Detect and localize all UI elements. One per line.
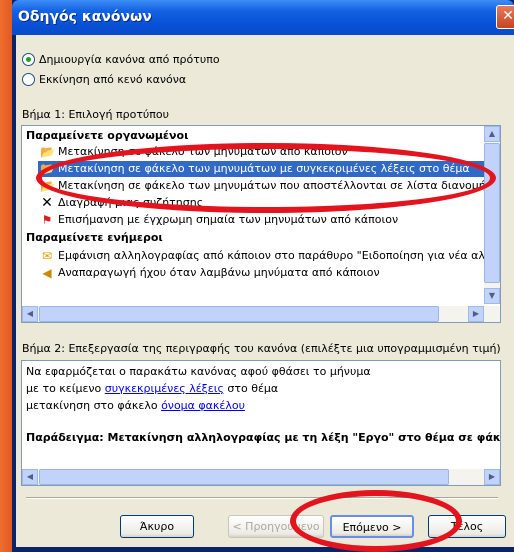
- close-button[interactable]: ✕: [496, 5, 514, 29]
- scroll-up-icon[interactable]: ▲: [484, 126, 500, 142]
- step2-heading: Βήμα 2: Επεξεργασία της περιγραφής του κ…: [22, 342, 501, 355]
- scroll-thumb[interactable]: [39, 469, 449, 485]
- description-line: Να εφαρμόζεται ο παρακάτω κανόνας αφού φ…: [26, 365, 371, 378]
- option-from-template[interactable]: Δημιουργία κανόνα από πρότυπο: [22, 53, 220, 66]
- list-item-label: Εμφάνιση αλληλογραφίας από κάποιον στο π…: [58, 249, 500, 262]
- button-divider: [26, 497, 498, 499]
- delete-x-icon: ✕: [41, 195, 53, 211]
- list-item-label: Αναπαραγωγή ήχου όταν λαμβάνω μηνύματα α…: [58, 266, 380, 279]
- scroll-thumb[interactable]: [484, 143, 500, 283]
- description-horizontal-scrollbar[interactable]: ◀ ▶: [22, 469, 500, 485]
- finish-button[interactable]: Τέλος: [428, 515, 506, 538]
- new-mail-alert-icon: ✉: [41, 249, 53, 263]
- red-flag-icon: ⚑: [41, 213, 53, 227]
- envelope-folder-icon: 📂: [40, 162, 55, 176]
- description-text: στο θέμα: [223, 382, 279, 395]
- list-item[interactable]: ⚑ Επισήμανση με έγχρωμη σημαία των μηνυμ…: [38, 212, 496, 228]
- list-item-selected[interactable]: 📂 Μετακίνηση σε φάκελο των μηνυμάτων με …: [38, 161, 496, 177]
- example-text: Παράδειγμα: Μετακίνηση αλληλογραφίας με …: [26, 431, 501, 444]
- step1-heading: Βήμα 1: Επιλογή προτύπου: [22, 108, 170, 121]
- folder-name-link[interactable]: όνομα φακέλου: [161, 399, 245, 412]
- wizard-body: Δημιουργία κανόνα από πρότυπο Εκκίνηση α…: [16, 35, 514, 547]
- scroll-thumb[interactable]: [39, 306, 439, 322]
- specific-words-link[interactable]: συγκεκριμένες λέξεις: [105, 382, 224, 395]
- option-blank-rule-label: Εκκίνηση από κενό κανόνα: [39, 73, 187, 86]
- speaker-icon: ◀: [42, 266, 52, 280]
- description-line: μετακίνηση στο φάκελο όνομα φακέλου: [26, 399, 245, 412]
- list-item-label: Μετακίνηση σε φάκελο των μηνυμάτων με συ…: [58, 162, 470, 175]
- group-header-organized: Παραμείνετε οργανωμένοι: [26, 129, 189, 142]
- window-title: Οδηγός κανόνων: [18, 9, 152, 25]
- list-item[interactable]: 📂 Μετακίνηση σε φάκελο των μηνυμάτων που…: [38, 178, 496, 194]
- scroll-down-icon[interactable]: ▼: [484, 288, 500, 304]
- radio-unselected-icon[interactable]: [22, 73, 35, 86]
- title-bar[interactable]: Οδηγός κανόνων ✕: [12, 0, 514, 35]
- option-blank-rule[interactable]: Εκκίνηση από κενό κανόνα: [22, 73, 186, 86]
- list-item-label: Μετακίνηση σε φάκελο των μηνυμάτων που α…: [58, 179, 493, 192]
- list-item-label: Επισήμανση με έγχρωμη σημαία των μηνυμάτ…: [58, 213, 399, 226]
- desktop-background: [0, 0, 12, 552]
- scroll-right-icon[interactable]: ▶: [468, 306, 484, 322]
- rule-description-box: Να εφαρμόζεται ο παρακάτω κανόνας αφού φ…: [21, 360, 501, 486]
- description-text: με το κείμενο: [26, 382, 105, 395]
- description-line: με το κείμενο συγκεκριμένες λέξεις στο θ…: [26, 382, 278, 395]
- list-item[interactable]: 📂 Μετακίνηση σε φάκελο των μηνυμάτων από…: [38, 144, 496, 160]
- list-item[interactable]: ✕ Διαγραφή μιας συζήτησης: [38, 195, 496, 211]
- next-button[interactable]: Επόμενο >: [330, 515, 414, 538]
- option-from-template-label: Δημιουργία κανόνα από πρότυπο: [39, 53, 220, 66]
- template-list-horizontal-scrollbar[interactable]: ◀ ▶: [22, 306, 500, 322]
- scroll-left-icon[interactable]: ◀: [22, 469, 38, 485]
- radio-selected-icon[interactable]: [22, 53, 35, 66]
- list-item-label: Μετακίνηση σε φάκελο των μηνυμάτων από κ…: [58, 145, 348, 158]
- list-item-label: Διαγραφή μιας συζήτησης: [58, 196, 204, 209]
- template-list[interactable]: Παραμείνετε οργανωμένοι 📂 Μετακίνηση σε …: [21, 125, 501, 323]
- cancel-button[interactable]: Άκυρο: [120, 515, 194, 538]
- scroll-left-icon[interactable]: ◀: [22, 306, 38, 322]
- template-list-vertical-scrollbar[interactable]: ▲ ▼: [484, 126, 500, 304]
- description-text: μετακίνηση στο φάκελο: [26, 399, 162, 412]
- rules-wizard-window: Οδηγός κανόνων ✕ Δημιουργία κανόνα από π…: [12, 0, 514, 552]
- envelope-folder-icon: 📂: [40, 179, 55, 193]
- scroll-right-icon[interactable]: ▶: [484, 469, 500, 485]
- list-item[interactable]: ◀ Αναπαραγωγή ήχου όταν λαμβάνω μηνύματα…: [38, 265, 496, 281]
- group-header-informed: Παραμείνετε ενήμεροι: [26, 231, 163, 244]
- back-button[interactable]: < Προηγούμενο: [228, 515, 324, 538]
- envelope-folder-icon: 📂: [40, 145, 55, 159]
- list-item[interactable]: ✉ Εμφάνιση αλληλογραφίας από κάποιον στο…: [38, 248, 500, 264]
